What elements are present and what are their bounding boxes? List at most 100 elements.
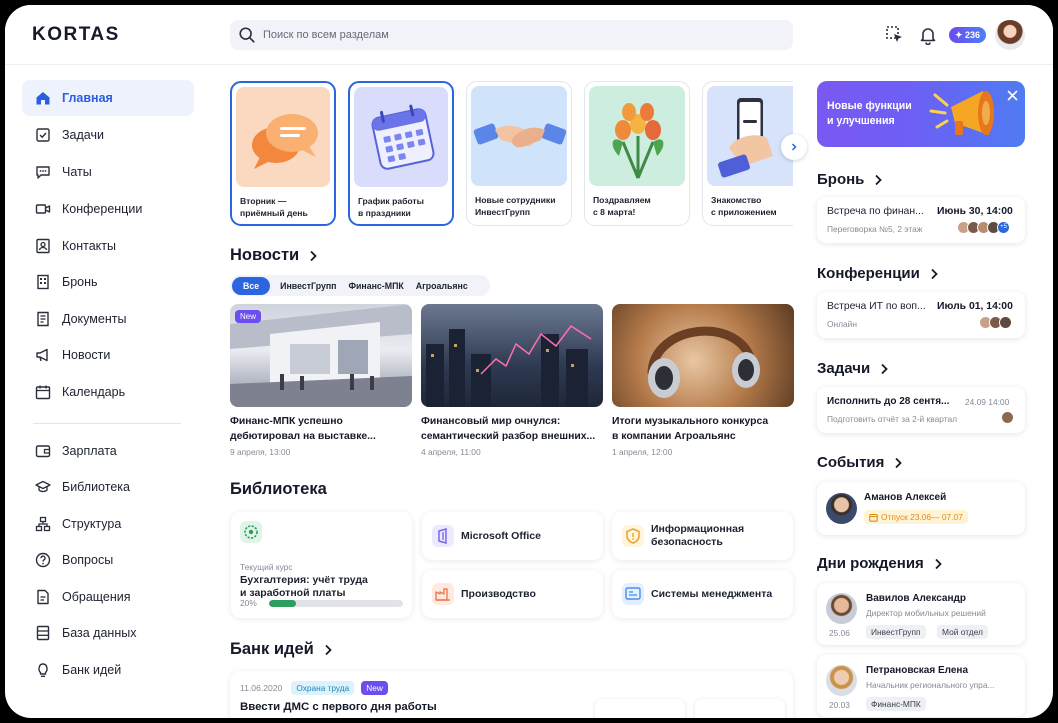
assignee-avatar: [1001, 411, 1014, 424]
sidebar-item-library[interactable]: Библиотека: [22, 469, 194, 505]
news-card[interactable]: Итоги музыкального конкурса в компании Аг…: [612, 304, 794, 457]
contact-card-icon: [36, 238, 50, 254]
sidebar-item-label: Контакты: [62, 239, 116, 253]
sidebar-item-conferences[interactable]: Конференции: [22, 191, 194, 227]
person-avatar: [826, 593, 857, 624]
library-category-card[interactable]: Системы менеджмента: [612, 570, 793, 618]
news-date: 1 апреля, 12:00: [612, 447, 673, 457]
library-category-card[interactable]: Производство: [422, 570, 603, 618]
phone-in-hand-illustration-icon: [718, 98, 773, 178]
lightbulb-icon: [38, 663, 48, 678]
chevron-right-icon: [895, 457, 903, 468]
booking-place: Переговорка №5, 2 этаж: [827, 224, 923, 234]
document-icon: [37, 311, 49, 327]
person-avatar: [826, 493, 857, 524]
story-card[interactable]: Знакомство с приложением: [702, 81, 793, 226]
story-caption: Знакомство с приложением: [711, 195, 777, 217]
search-bar[interactable]: [230, 20, 793, 50]
person-avatar: [826, 665, 857, 696]
participant-avatar: [999, 316, 1012, 329]
chevron-right-icon: [875, 174, 883, 185]
sidebar-item-ideas[interactable]: Банк идей: [22, 652, 194, 688]
sidebar-item-salary[interactable]: Зарплата: [22, 433, 194, 469]
task-description: Подготовить отчёт за 2-й квартал: [827, 414, 957, 424]
idea-action-button[interactable]: [595, 699, 685, 718]
news-card[interactable]: Финансовый мир очнулся: семантический раз…: [421, 304, 603, 457]
idea-new-badge: New: [361, 681, 388, 695]
chip-all[interactable]: Все: [232, 276, 271, 295]
security-icon-wrap: [622, 525, 644, 547]
booking-card[interactable]: Встреча по финан... Июнь 30, 14:00 Перег…: [817, 197, 1025, 243]
sidebar-item-chats[interactable]: Чаты: [22, 154, 194, 190]
category-label: Информационная безопасность: [651, 523, 745, 548]
coins-badge[interactable]: ✦ 236: [949, 27, 987, 43]
org-structure-icon: [35, 516, 51, 532]
story-image: [236, 87, 330, 187]
sidebar-item-label: Библиотека: [62, 480, 130, 494]
conferences-section-title[interactable]: Конференции: [817, 265, 939, 282]
news-card[interactable]: New Финанс-МПК успешно дебютировал на выс…: [230, 304, 412, 457]
birthday-card[interactable]: Вавилов Александр Директор мобильных реш…: [817, 583, 1025, 645]
current-course-card[interactable]: Текущий курс Бухгалтерия: учёт труда и за…: [231, 512, 412, 618]
event-card[interactable]: Аманов Алексей Отпуск 23.06— 07.07: [817, 482, 1025, 535]
sidebar-item-calendar[interactable]: Календарь: [22, 374, 194, 410]
course-title: Бухгалтерия: учёт труда и заработной плат…: [240, 574, 368, 599]
user-avatar[interactable]: [995, 20, 1025, 50]
events-section-title[interactable]: События: [817, 454, 903, 471]
sidebar-item-questions[interactable]: Вопросы: [22, 542, 194, 578]
search-icon: [239, 27, 255, 43]
sidebar-item-documents[interactable]: Документы: [22, 301, 194, 337]
sidebar-item-news[interactable]: Новости: [22, 337, 194, 373]
promo-banner[interactable]: Новые функции и улучшения: [817, 81, 1025, 147]
course-icon-wrap: [240, 521, 262, 543]
story-card[interactable]: Вторник — приёмный день: [230, 81, 336, 226]
logo[interactable]: KORTAS: [32, 24, 120, 46]
birthdays-section-title[interactable]: Дни рождения: [817, 555, 943, 572]
bell-icon[interactable]: [918, 25, 938, 45]
sidebar-item-label: База данных: [62, 626, 137, 640]
story-card[interactable]: График работы в праздники: [348, 81, 454, 226]
vacation-badge: Отпуск 23.06— 07.07: [864, 510, 968, 524]
news-image: [421, 304, 603, 407]
birthday-card[interactable]: Петрановская Елена Начальник регионально…: [817, 655, 1025, 717]
chip-agroalliance[interactable]: Агроальянс: [416, 281, 468, 291]
story-image: [707, 86, 793, 186]
story-card[interactable]: Поздравляем с 8 марта!: [584, 81, 690, 226]
ideas-section-title[interactable]: Банк идей: [230, 640, 333, 659]
category-label: Системы менеджмента: [651, 588, 773, 600]
sidebar-item-booking[interactable]: Бронь: [22, 264, 194, 300]
idea-meta: 11.06.2020 Охрана труда New: [240, 681, 388, 695]
conference-card[interactable]: Встреча ИТ по воп... Июль 01, 14:00 Онла…: [817, 292, 1025, 338]
task-card[interactable]: Исполнить до 28 сентя... 24.09 14:00 Под…: [817, 387, 1025, 433]
sidebar-item-home[interactable]: Главная: [22, 80, 194, 116]
booking-section-title[interactable]: Бронь: [817, 171, 883, 188]
search-input[interactable]: [263, 29, 763, 41]
promo-text: Новые функции и улучшения: [827, 100, 912, 127]
library-category-card[interactable]: Информационная безопасность: [612, 512, 793, 560]
close-icon[interactable]: [1007, 90, 1018, 101]
select-cursor-icon[interactable]: [885, 25, 905, 45]
idea-action-button[interactable]: [695, 699, 785, 718]
library-category-card[interactable]: Microsoft Office: [422, 512, 603, 560]
task-checkbox-icon: [36, 128, 50, 142]
sidebar-item-database[interactable]: База данных: [22, 615, 194, 651]
stories-next-button[interactable]: [781, 134, 807, 160]
idea-card[interactable]: 11.06.2020 Охрана труда New Ввести ДМС с…: [230, 671, 793, 718]
task-date: 24.09 14:00: [965, 397, 1010, 407]
sidebar-item-structure[interactable]: Структура: [22, 506, 194, 542]
chip-investgroup[interactable]: ИнвестГрупп: [280, 281, 336, 291]
question-icon: [35, 552, 51, 568]
sidebar-item-requests[interactable]: Обращения: [22, 579, 194, 615]
course-progress-fill: [269, 600, 296, 607]
sidebar-item-tasks[interactable]: Задачи: [22, 117, 194, 153]
chevron-right-icon: [791, 143, 797, 151]
news-date: 9 апреля, 13:00: [230, 447, 291, 457]
news-section-title[interactable]: Новости: [230, 246, 318, 265]
story-card[interactable]: Новые сотрудники ИнвестГрупп: [466, 81, 572, 226]
tasks-section-title[interactable]: Задачи: [817, 360, 889, 377]
building-icon: [37, 274, 49, 290]
library-section-title[interactable]: Библиотека: [230, 480, 327, 499]
chip-finance-mpk[interactable]: Финанс-МПК: [348, 281, 403, 291]
sidebar-item-contacts[interactable]: Контакты: [22, 228, 194, 264]
news-title: Финансовый мир очнулся: семантический раз…: [421, 416, 596, 442]
